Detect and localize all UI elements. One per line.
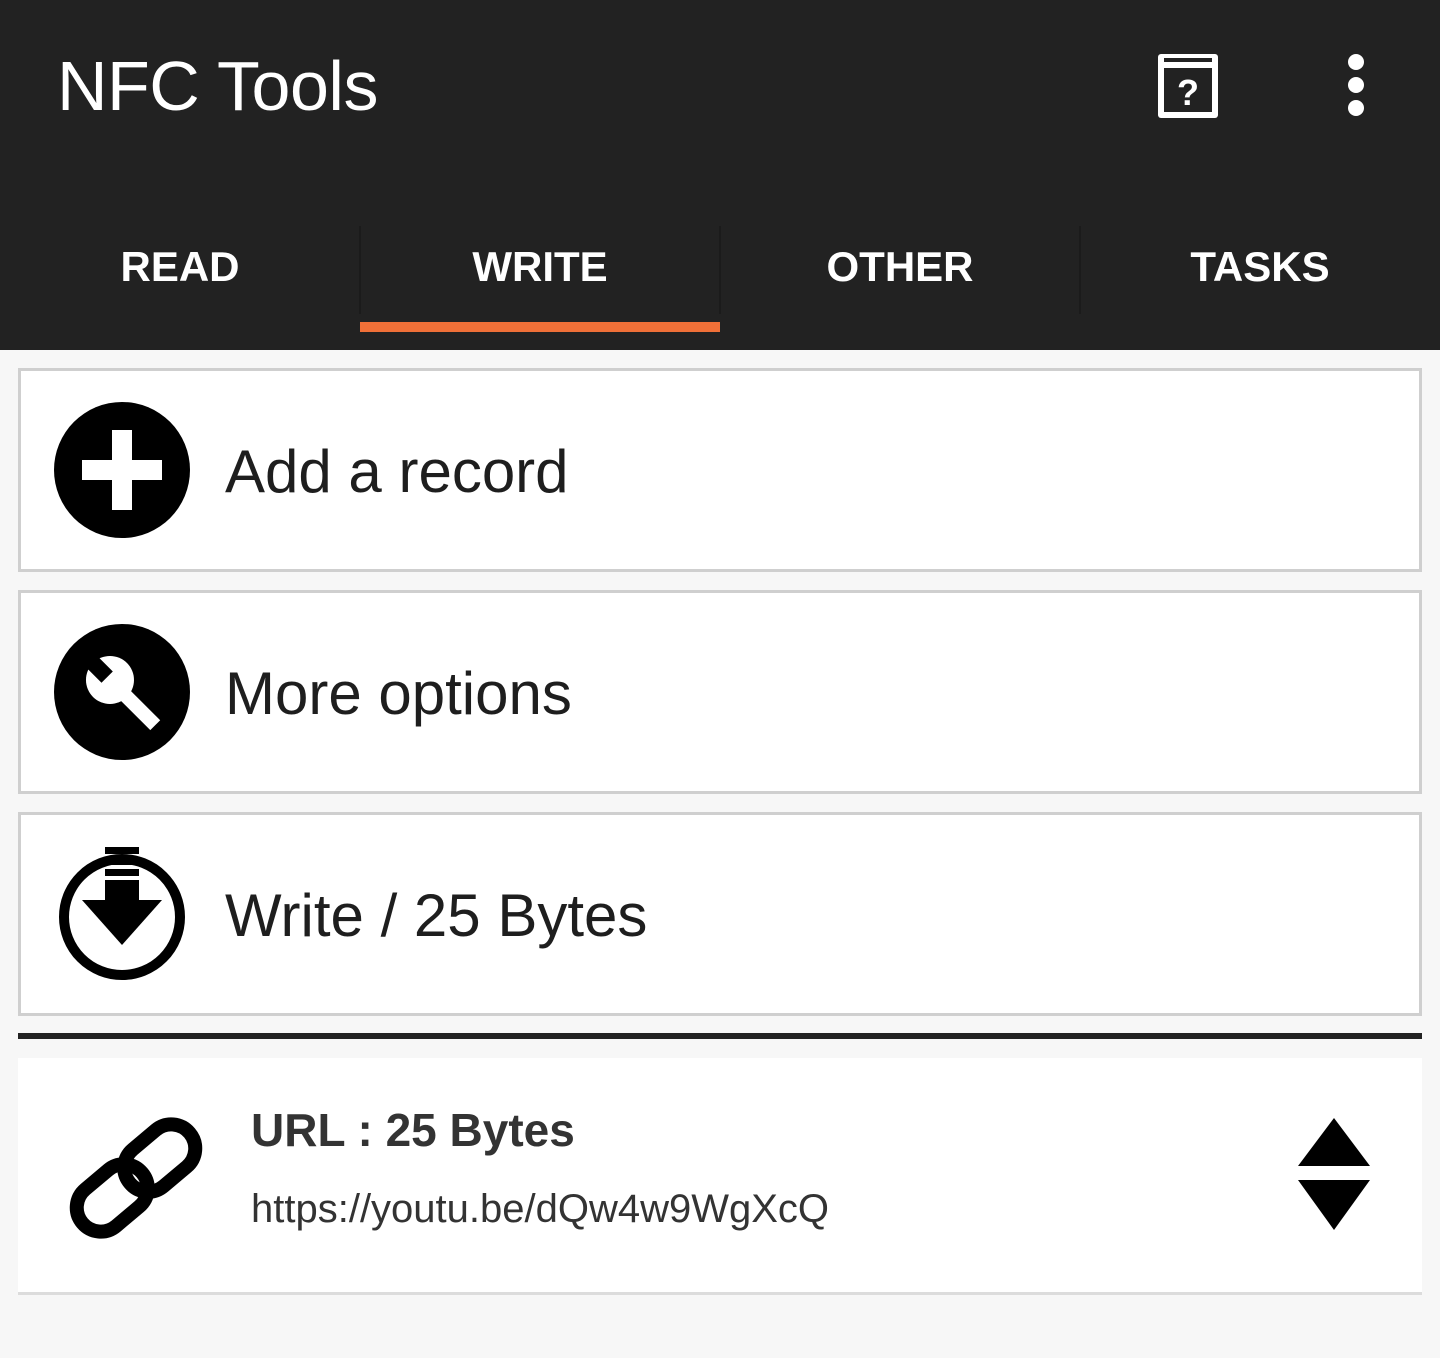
more-options-button[interactable]: More options [18,590,1422,794]
svg-text:?: ? [1177,72,1199,113]
more-vert-icon [1348,54,1364,116]
write-download-icon [59,847,185,980]
more-options-label: More options [225,660,572,727]
tab-read[interactable]: READ [0,220,360,332]
overflow-menu-button[interactable] [1320,44,1392,128]
record-title: URL : 25 Bytes [251,1104,575,1156]
list-item[interactable]: URL : 25 Bytes https://youtu.be/dQw4w9Wg… [18,1058,1422,1295]
tab-selected-indicator [360,322,720,332]
tab-other[interactable]: OTHER [720,220,1080,332]
write-label: Write / 25 Bytes [225,882,648,949]
record-value: https://youtu.be/dQw4w9WgXcQ [251,1187,830,1231]
write-button[interactable]: Write / 25 Bytes [18,812,1422,1016]
help-button[interactable]: ? [1146,44,1230,128]
reorder-updown-icon[interactable] [1294,1116,1374,1232]
add-circle-icon [54,402,190,538]
wrench-circle-icon [54,624,190,760]
app-title: NFC Tools [57,47,378,125]
link-icon [69,1117,203,1239]
add-record-button[interactable]: Add a record [18,368,1422,572]
app-bar: NFC Tools ? READ WRITE OTHER TASKS [0,0,1440,350]
tab-bar: READ WRITE OTHER TASKS [0,220,1440,332]
tab-tasks[interactable]: TASKS [1080,220,1440,332]
records-divider [18,1033,1422,1039]
help-book-icon: ? [1158,54,1218,118]
add-record-label: Add a record [225,438,569,505]
tab-write[interactable]: WRITE [360,220,720,332]
